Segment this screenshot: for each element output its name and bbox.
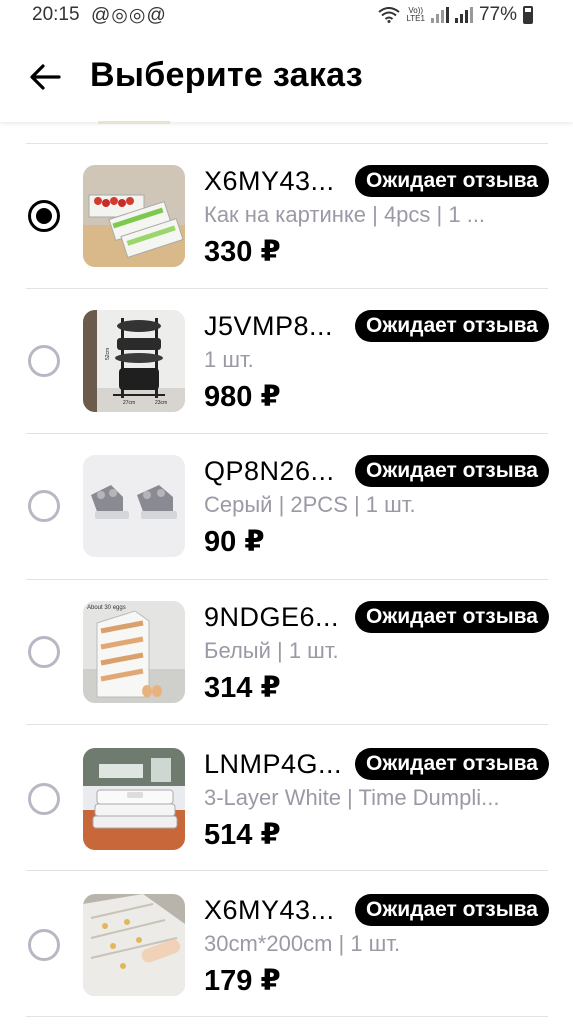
status-badge: Ожидает отзыва: [355, 601, 549, 633]
order-variant: Белый | 1 шт.: [204, 638, 339, 663]
product-thumbnail: [83, 748, 185, 850]
order-id: LNMP4G...: [204, 749, 343, 779]
order-price: 90 ₽: [204, 526, 265, 558]
egg-capacity-label: About 30 eggs: [87, 605, 126, 611]
order-id: X6MY43...: [204, 166, 335, 196]
order-row[interactable]: 52cm 27cm 23cm J5VMP8... Ожидает отзыва …: [0, 288, 573, 433]
order-radio[interactable]: [28, 636, 60, 668]
order-price: 314 ₽: [204, 672, 281, 704]
previous-item-thumb: [98, 121, 170, 124]
order-variant: 1 шт.: [204, 347, 254, 372]
drawer-liner-image: [83, 894, 185, 996]
status-badge: Ожидает отзыва: [355, 165, 549, 197]
product-thumbnail: [83, 165, 185, 267]
status-badge: Ожидает отзыва: [355, 748, 549, 780]
status-badge: Ожидает отзыва: [355, 310, 549, 342]
notification-icons: @◎◎@: [91, 5, 167, 26]
food-containers-image: [83, 165, 185, 267]
egg-dispenser-image: About 30 eggs: [83, 601, 185, 703]
divider: [26, 1016, 548, 1017]
order-row[interactable]: X6MY43... Ожидает отзыва Как на картинке…: [0, 143, 573, 288]
order-radio[interactable]: [28, 490, 60, 522]
dumpling-box-image: [83, 748, 185, 850]
status-time: 20:15: [32, 4, 80, 25]
status-badge: Ожидает отзыва: [355, 894, 549, 926]
order-row[interactable]: LNMP4G... Ожидает отзыва 3-Layer White |…: [0, 724, 573, 869]
status-badge: Ожидает отзыва: [355, 455, 549, 487]
battery-icon: [523, 6, 533, 24]
order-radio[interactable]: [28, 929, 60, 961]
product-thumbnail: 52cm 27cm 23cm: [83, 310, 185, 412]
order-variant: Как на картинке | 4pcs | 1 ...: [204, 202, 486, 227]
order-variant: 30cm*200cm | 1 шт.: [204, 931, 401, 956]
page-title: Выберите заказ: [90, 56, 363, 94]
signal-1-icon: [430, 7, 449, 23]
pan-rack-image: 52cm 27cm 23cm: [83, 310, 185, 412]
order-radio[interactable]: [28, 783, 60, 815]
status-indicators: Vo)) LTE1 77%: [378, 4, 533, 26]
order-id: X6MY43...: [204, 895, 335, 925]
order-id: J5VMP8...: [204, 311, 334, 341]
order-variant: Серый | 2PCS | 1 шт.: [204, 492, 416, 517]
wifi-icon: [378, 7, 401, 23]
status-bar: 20:15 @◎◎@ Vo)) LTE1 77%: [0, 0, 573, 30]
order-radio[interactable]: [28, 345, 60, 377]
lte-indicator: Vo)) LTE1: [406, 6, 425, 23]
order-price: 980 ₽: [204, 381, 281, 413]
order-id: 9NDGE6...: [204, 602, 340, 632]
rack-width-label: 27cm: [123, 400, 135, 406]
order-row[interactable]: QP8N26... Ожидает отзыва Серый | 2PCS | …: [0, 433, 573, 578]
order-row[interactable]: About 30 eggs 9NDGE6... Ожидает отзыва Б…: [0, 579, 573, 724]
grey-holders-image: [83, 455, 185, 557]
product-thumbnail: [83, 455, 185, 557]
rack-depth-label: 23cm: [155, 400, 167, 406]
order-price: 179 ₽: [204, 965, 281, 997]
order-row[interactable]: X6MY43... Ожидает отзыва 30cm*200cm | 1 …: [0, 870, 573, 1015]
order-price: 330 ₽: [204, 236, 281, 268]
order-price: 514 ₽: [204, 819, 281, 851]
product-thumbnail: About 30 eggs: [83, 601, 185, 703]
order-radio[interactable]: [28, 200, 60, 232]
order-variant: 3-Layer White | Time Dumpli...: [204, 785, 500, 810]
arrow-left-icon[interactable]: [28, 60, 62, 94]
order-id: QP8N26...: [204, 456, 335, 486]
battery-percent: 77%: [478, 4, 517, 25]
product-thumbnail: [83, 894, 185, 996]
rack-height-label: 52cm: [105, 348, 111, 360]
signal-2-icon: [454, 7, 473, 23]
app-header: Выберите заказ: [0, 30, 573, 122]
